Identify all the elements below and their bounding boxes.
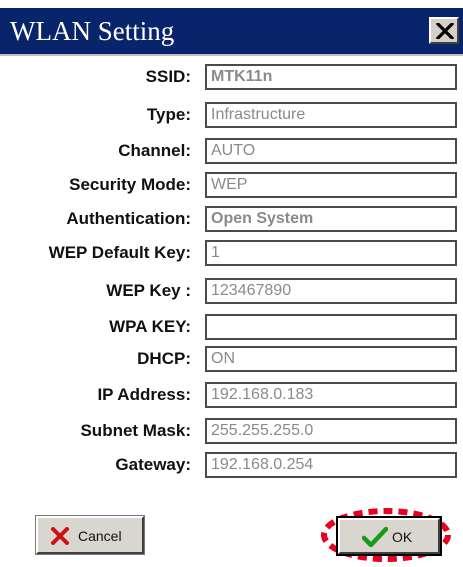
subnet-mask-row: Subnet Mask: 255.255.255.0 [0,416,463,446]
ssid-field[interactable]: MTK11n [205,64,457,90]
security-mode-row: Security Mode: WEP [0,170,463,200]
ip-address-field[interactable]: 192.168.0.183 [205,382,457,408]
channel-label: Channel: [118,141,191,160]
cancel-button[interactable]: Cancel [35,515,145,555]
wep-key-row: WEP Key : 123467890 [0,276,463,306]
channel-field[interactable]: AUTO [205,138,457,164]
dhcp-row: DHCP: ON [0,344,463,374]
wpa-key-label: WPA KEY: [109,317,191,336]
close-icon [436,23,454,39]
window-title: WLAN Setting [10,16,175,46]
gateway-row: Gateway: 192.168.0.254 [0,450,463,480]
dhcp-field[interactable]: ON [205,346,457,372]
subnet-mask-field[interactable]: 255.255.255.0 [205,418,457,444]
wep-default-key-row: WEP Default Key: 1 [0,238,463,268]
ok-button-label: OK [392,529,413,545]
ip-address-label: IP Address: [97,385,191,404]
authentication-row: Authentication: Open System [0,204,463,234]
channel-row: Channel: AUTO [0,136,463,166]
dhcp-label: DHCP: [137,349,191,368]
ssid-label: SSID: [145,67,191,86]
gateway-label: Gateway: [115,455,191,474]
cancel-button-label: Cancel [78,528,122,544]
wep-key-label: WEP Key : [106,281,191,300]
close-button[interactable] [429,17,459,44]
x-icon [51,527,69,545]
checkmark-icon [362,527,388,547]
wpa-key-field[interactable] [205,314,457,340]
authentication-field[interactable]: Open System [205,206,457,232]
wlan-setting-dialog: WLAN Setting SSID: MTK11n Type: Infrastr… [0,0,463,567]
title-bar[interactable]: WLAN Setting [0,8,463,56]
gateway-field[interactable]: 192.168.0.254 [205,452,457,478]
type-field[interactable]: Infrastructure [205,102,457,128]
security-mode-field[interactable]: WEP [205,172,457,198]
ip-address-row: IP Address: 192.168.0.183 [0,380,463,410]
type-label: Type: [146,105,191,124]
security-mode-label: Security Mode: [69,175,191,194]
wpa-key-row: WPA KEY: [0,312,463,342]
wep-key-field[interactable]: 123467890 [205,278,457,304]
ssid-row: SSID: MTK11n [0,62,463,92]
authentication-label: Authentication: [66,209,191,228]
ok-button[interactable]: OK [336,516,442,556]
wep-default-key-field[interactable]: 1 [205,240,457,266]
type-row: Type: Infrastructure [0,100,463,130]
wep-default-key-label: WEP Default Key: [48,243,191,262]
subnet-mask-label: Subnet Mask: [80,421,191,440]
